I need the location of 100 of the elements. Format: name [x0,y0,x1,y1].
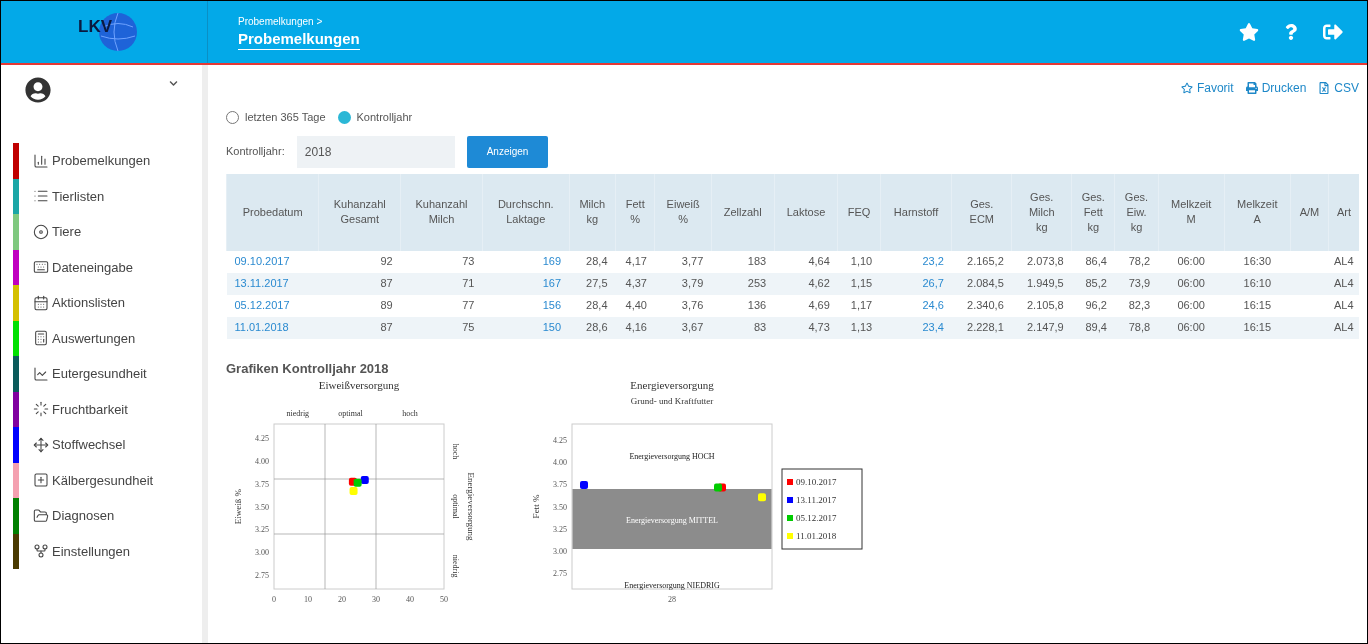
star-icon[interactable] [1239,22,1259,42]
column-header[interactable]: Laktose [774,173,838,251]
column-header[interactable]: Ges. Fett kg [1071,173,1115,251]
zone-label: Energieversorgung MITTEL [626,516,718,525]
keyboard-icon [33,259,49,276]
user-avatar-icon[interactable] [25,77,51,103]
column-header[interactable]: Kuhanzahl Gesamt [318,173,401,251]
sidebar-item[interactable]: Tierlisten [19,186,105,206]
tick-label: 4.00 [255,456,269,466]
help-icon[interactable] [1283,24,1299,40]
column-header[interactable]: Probedatum [226,173,319,251]
table-link[interactable]: 23,2 [922,255,944,268]
toolbar-link[interactable]: Drucken [1245,79,1307,97]
sidebar-item[interactable]: Diagnosen [19,506,115,526]
column-header[interactable]: Ges. ECM [951,173,1012,251]
tick-label: 40 [406,595,414,604]
table-cell: 28,6 [569,316,616,339]
spinner-icon [33,401,49,418]
column-header[interactable]: Kuhanzahl Milch [400,173,483,251]
show-button[interactable]: Anzeigen [466,135,549,168]
table-link[interactable]: 09.10.2017 [234,255,290,268]
sidebar-item[interactable]: Probemelkungen [19,151,151,171]
chevron-down-icon[interactable] [169,79,178,88]
sidebar-item[interactable]: Aktionslisten [19,293,125,313]
column-header[interactable]: Eiweiß % [654,173,712,251]
column-header[interactable]: Melkzeit A [1224,173,1291,251]
table-link[interactable]: 23,4 [922,321,944,334]
tick-label: 50 [440,595,448,604]
radio-option[interactable]: Kontrolljahr [337,109,413,126]
line-chart-icon [33,365,49,382]
table-link[interactable]: 13.11.2017 [234,277,289,290]
sidebar-item[interactable]: Kälbergesundheit [19,470,154,490]
sidebar-item[interactable]: Auswertungen [19,328,136,348]
radio-label: Kontrolljahr [356,110,413,125]
radio-button[interactable] [337,110,351,124]
tick-label: 3.50 [255,502,269,512]
column-header[interactable]: A/M [1290,173,1329,251]
sidebar-item[interactable]: Stoffwechsel [19,435,126,455]
column-header[interactable]: FEQ [837,173,881,251]
radio-button[interactable] [226,110,239,124]
arrows-icon [33,436,49,453]
toolbar-link[interactable]: CSV [1318,79,1359,97]
tick-label: 20 [338,595,346,604]
table-cell: 06:00 [1158,316,1225,339]
column-header[interactable]: Ges. Milch kg [1011,173,1072,251]
section-title: Grafiken Kontrolljahr 2018 [226,359,390,378]
year-field[interactable]: 2018 [296,135,455,168]
radio-option[interactable]: letzten 365 Tage [226,109,326,126]
file-icon [1318,82,1331,94]
axis-label: niedrig [451,554,460,578]
zone-label: Energieversorgung HOCH [629,452,715,461]
table-link[interactable]: 26,7 [922,277,944,290]
bar-chart-icon [33,152,49,169]
star-icon [1180,82,1193,94]
table-link[interactable]: 150 [542,321,562,334]
table-link[interactable]: 24,6 [922,299,944,312]
legend-label: 09.10.2017 [796,477,837,487]
tick-label: 3.00 [255,548,269,558]
table-link[interactable]: 05.12.2017 [234,299,290,312]
tick-label: 3.00 [553,546,567,556]
radio-label: letzten 365 Tage [245,110,326,125]
column-header[interactable]: Milch kg [569,173,616,251]
column-header[interactable]: Harnstoff [880,173,952,251]
tick-label: 0 [272,595,276,604]
tick-label: 10 [304,595,312,604]
zone-label: Energieversorgung NIEDRIG [624,581,720,590]
data-point [758,493,766,502]
column-header[interactable]: Durchschn. Laktage [482,173,570,251]
disc-icon [33,223,49,240]
sidebar-item[interactable]: Eutergesundheit [19,364,147,384]
table-link[interactable]: 169 [542,255,562,268]
data-point [580,480,588,489]
table-link[interactable]: 167 [542,277,562,290]
toolbar-link[interactable]: Favorit [1180,79,1234,97]
table-link[interactable]: 156 [542,299,562,312]
tick-label: 4.25 [553,436,567,445]
logout-icon[interactable] [1323,22,1343,42]
tick-label: 4.00 [553,458,567,468]
column-header[interactable]: Zellzahl [711,173,775,251]
legend-label: 13.11.2017 [796,495,837,505]
column-header[interactable]: Fett % [615,173,655,251]
sidebar-item[interactable]: Einstellungen [19,541,131,561]
legend-label: 11.01.2018 [796,531,837,541]
column-header[interactable]: Melkzeit M [1158,173,1225,251]
printer-icon [1245,82,1258,94]
tick-label: 2.75 [553,569,567,578]
axis-label: hoch [402,409,418,418]
column-header[interactable]: Art [1328,173,1359,251]
calendar-icon [33,294,49,311]
logo[interactable]: LKV [64,8,144,56]
column-header[interactable]: Ges. Eiw. kg [1114,173,1159,251]
table-cell: 16:10 [1224,272,1291,295]
table-link[interactable]: 11.01.2018 [234,321,289,334]
table-cell: 27,5 [569,272,616,295]
table-cell: 4,62 [774,272,838,295]
sidebar-item[interactable]: Dateneingabe [19,257,133,277]
sidebar-item[interactable]: Tiere [19,222,82,242]
sidebar-item[interactable]: Fruchtbarkeit [19,399,128,419]
axis-label: optimal [451,494,460,519]
folder-icon [33,507,49,524]
